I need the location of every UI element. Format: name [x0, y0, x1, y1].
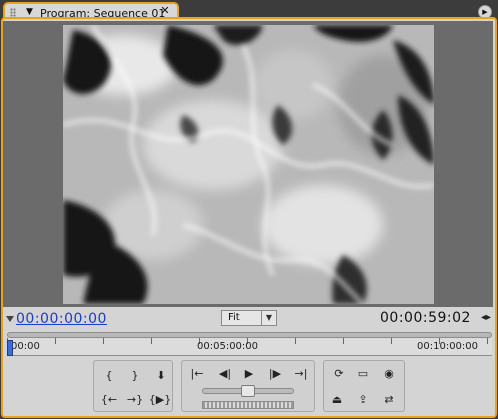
step-back-button[interactable]: ◀| — [214, 365, 236, 383]
mark-out-button[interactable]: } — [126, 367, 144, 385]
ruler-tick — [295, 338, 296, 344]
marker-controls-group: { } ⬇ {← →} {▶} — [93, 360, 173, 412]
set-marker-icon[interactable]: ⬇ — [152, 367, 170, 385]
ruler-label-10min: 00:10:00:00 — [417, 341, 479, 352]
ruler-tick — [343, 338, 344, 344]
close-icon[interactable]: ✕ — [159, 5, 171, 17]
play-button[interactable]: ▶ — [240, 365, 258, 383]
trim-icon[interactable]: ⇄ — [380, 391, 398, 409]
zoom-level-select[interactable]: Fit ▼ — [221, 310, 277, 326]
current-timecode[interactable]: 00:00:00:00 — [16, 311, 107, 327]
ruler-label-start: 00:00 — [11, 341, 40, 352]
transport-controls: { } ⬇ {← →} {▶} |← ◀| ▶ |▶ →| ⟳ ▭ ◉ ⏏ ⇪ … — [93, 360, 405, 412]
time-ruler[interactable]: 00:00 00:05:00:00 00:10:00:00 — [7, 338, 492, 356]
playhead[interactable] — [7, 340, 13, 356]
ruler-tick — [391, 338, 392, 344]
ruler-tick — [55, 338, 56, 344]
zoom-level-value: Fit — [228, 312, 240, 323]
mark-in-button[interactable]: { — [100, 367, 118, 385]
timecode-marker-icon — [6, 316, 14, 322]
video-frame — [63, 25, 434, 304]
loop-icon[interactable]: ⟳ — [330, 365, 348, 383]
output-icon[interactable]: ◉ — [380, 365, 398, 383]
liquid-texture-image — [63, 25, 434, 304]
tab-dropdown-icon[interactable]: ▼ — [26, 7, 33, 17]
program-monitor-panel: ▼ Program: Sequence 01 ✕ ▶ 00:00:00:00 F… — [0, 0, 498, 419]
ruler-tick — [151, 338, 152, 344]
lift-icon[interactable]: ⏏ — [328, 391, 346, 409]
go-to-previous-edit-button[interactable]: |← — [186, 365, 208, 383]
extract-icon[interactable]: ⇪ — [354, 391, 372, 409]
go-to-out-button[interactable]: →} — [124, 391, 146, 409]
ruler-tick — [487, 338, 488, 344]
jog-disk[interactable] — [202, 401, 294, 409]
playback-controls-group: |← ◀| ▶ |▶ →| — [181, 360, 315, 412]
play-in-to-out-button[interactable]: {▶} — [148, 391, 172, 409]
safe-margins-icon[interactable]: ▭ — [354, 365, 372, 383]
shuttle-slider[interactable] — [202, 385, 294, 397]
ruler-tick — [103, 338, 104, 344]
shuttle-knob[interactable] — [241, 385, 255, 397]
go-to-in-button[interactable]: {← — [98, 391, 120, 409]
chevron-down-icon[interactable]: ▼ — [261, 311, 276, 325]
duration-timecode: 00:00:59:02 — [380, 310, 471, 326]
edit-controls-group: ⟳ ▭ ◉ ⏏ ⇪ ⇄ — [323, 360, 405, 412]
go-to-next-edit-button[interactable]: →| — [290, 365, 312, 383]
ruler-label-5min: 00:05:00:00 — [197, 341, 259, 352]
duration-menu-icon[interactable]: ◂▸ — [481, 312, 491, 323]
step-forward-button[interactable]: |▶ — [264, 365, 286, 383]
monitor-display — [3, 21, 493, 307]
